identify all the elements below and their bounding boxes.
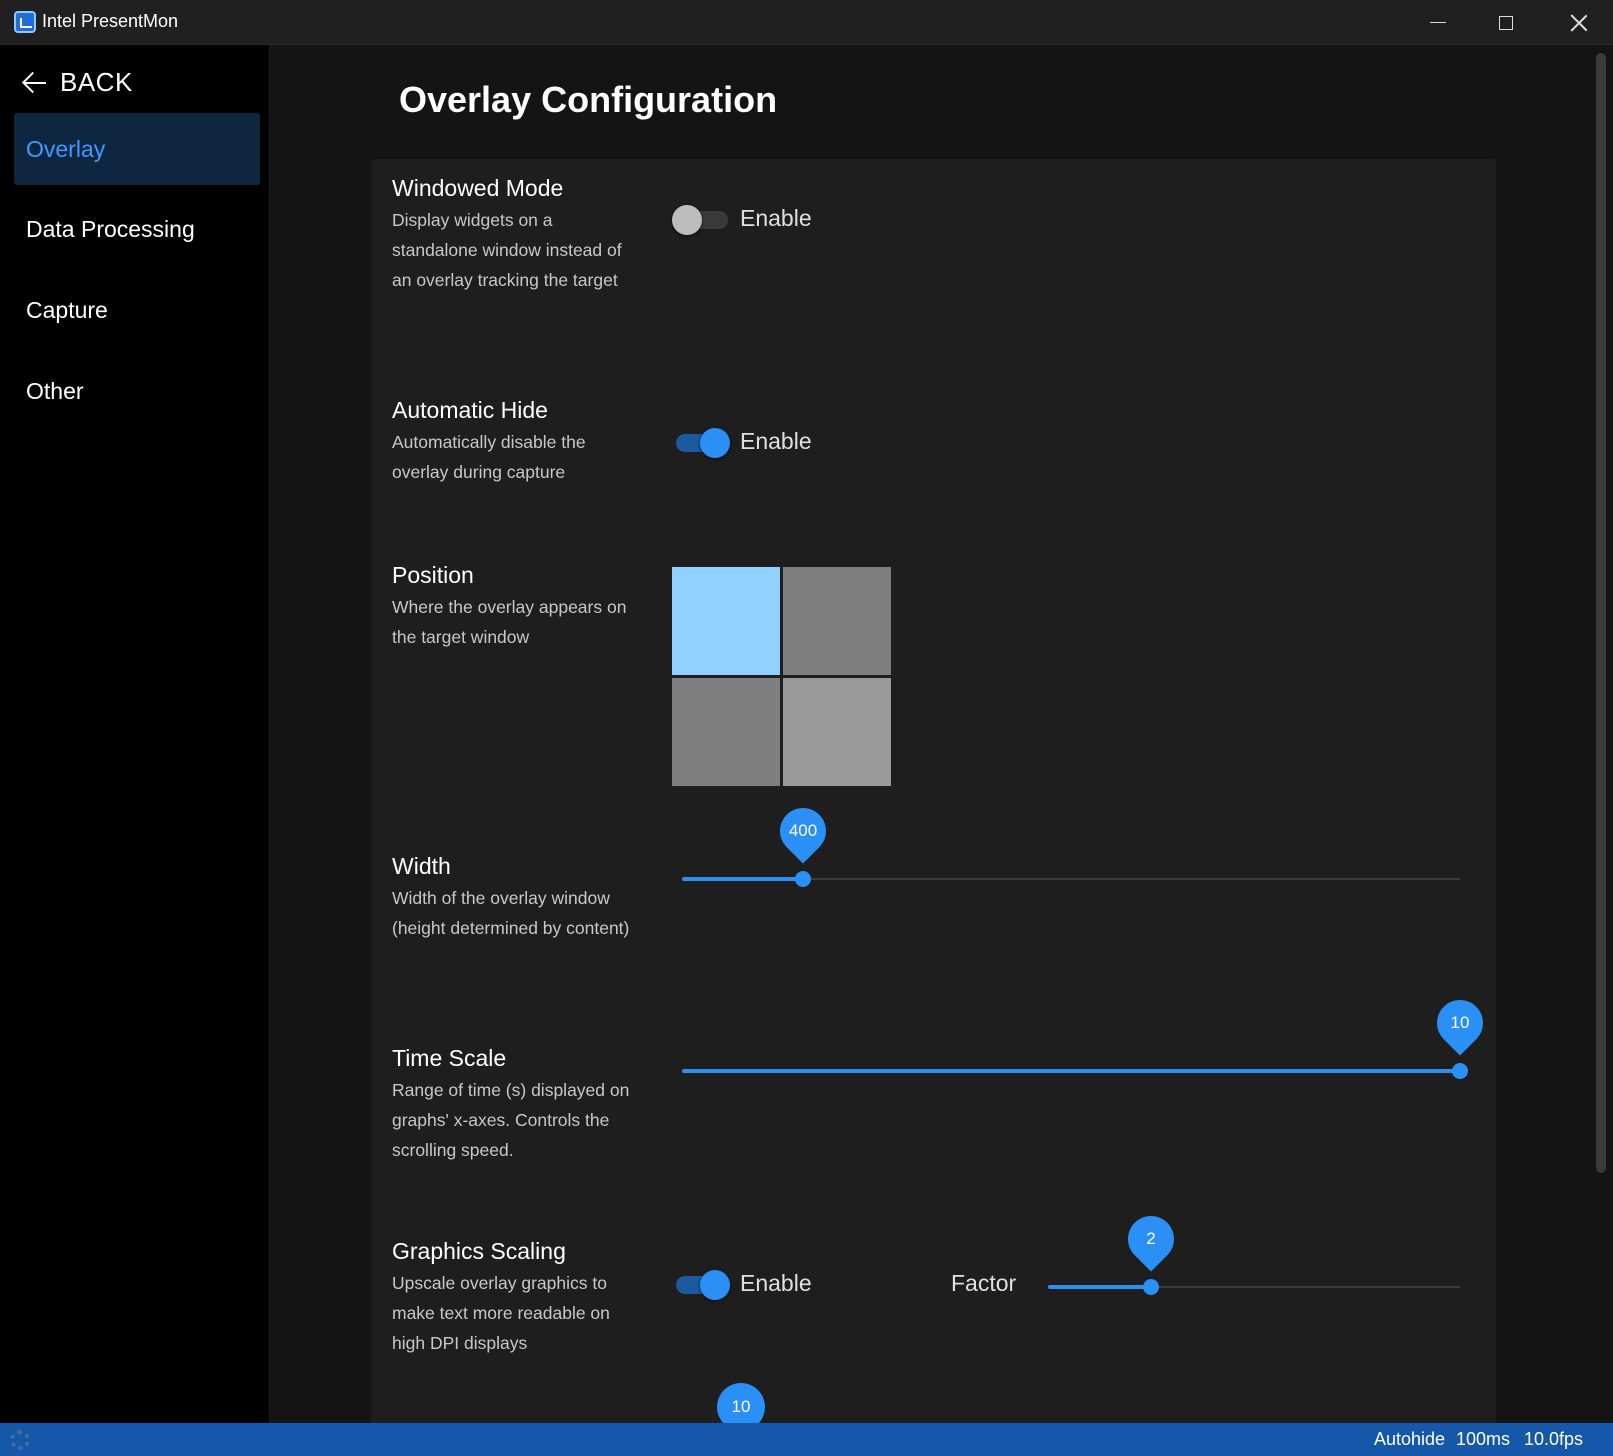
automatic-hide-toggle[interactable] bbox=[672, 424, 730, 460]
scrollbar-thumb[interactable] bbox=[1596, 53, 1606, 1173]
position-top-left[interactable] bbox=[672, 567, 780, 675]
main-content: Overlay Configuration Windowed Mode Disp… bbox=[271, 45, 1591, 1423]
automatic-hide-title: Automatic Hide bbox=[392, 397, 548, 423]
scrollbar[interactable] bbox=[1591, 45, 1613, 1423]
next-slider-value-bubble: 10 bbox=[717, 1383, 765, 1423]
factor-slider[interactable] bbox=[1048, 1275, 1460, 1299]
status-fps: 10.0fps bbox=[1524, 1429, 1584, 1449]
position-bottom-left[interactable] bbox=[672, 678, 780, 786]
status-autohide: Autohide bbox=[1374, 1429, 1446, 1449]
position-description: Where the overlay appears on the target … bbox=[392, 597, 627, 647]
width-slider-fill bbox=[682, 877, 803, 881]
time-scale-title: Time Scale bbox=[392, 1045, 507, 1071]
status-interval: 100ms bbox=[1456, 1429, 1511, 1449]
gear-icon[interactable] bbox=[10, 1430, 30, 1450]
factor-slider-thumb[interactable] bbox=[1143, 1279, 1159, 1295]
sidebar-item-other[interactable]: Other bbox=[14, 355, 260, 427]
window-title: Intel PresentMon bbox=[42, 11, 179, 31]
time-scale-value: 10 bbox=[1450, 1013, 1470, 1032]
maximize-button[interactable] bbox=[1472, 0, 1540, 45]
windowed-mode-toggle-label: Enable bbox=[740, 205, 812, 231]
sidebar-item-overlay[interactable]: Overlay bbox=[14, 113, 260, 185]
back-label: BACK bbox=[60, 67, 133, 97]
close-icon bbox=[1570, 14, 1588, 32]
time-scale-slider-thumb[interactable] bbox=[1452, 1063, 1468, 1079]
graphics-scaling-toggle[interactable] bbox=[672, 1266, 730, 1302]
app-icon bbox=[14, 11, 36, 33]
factor-slider-fill bbox=[1048, 1285, 1151, 1289]
minimize-button[interactable] bbox=[1404, 0, 1472, 45]
status-bar: Autohide 100ms 10.0fps bbox=[0, 1423, 1613, 1456]
factor-value-bubble: 2 bbox=[1118, 1206, 1184, 1272]
width-slider-thumb[interactable] bbox=[794, 871, 811, 887]
graphics-scaling-toggle-label: Enable bbox=[740, 1270, 812, 1296]
automatic-hide-toggle-label: Enable bbox=[740, 428, 812, 454]
factor-label: Factor bbox=[951, 1270, 1017, 1296]
arrow-left-icon bbox=[22, 70, 48, 96]
time-scale-slider-fill bbox=[682, 1069, 1460, 1073]
sidebar: BACK Overlay Data Processing Capture Oth… bbox=[0, 45, 270, 1423]
time-scale-description: Range of time (s) displayed on graphs' x… bbox=[392, 1080, 630, 1160]
position-top-right[interactable] bbox=[783, 567, 891, 675]
title-bar: Intel PresentMon bbox=[0, 0, 1613, 45]
settings-panel bbox=[371, 159, 1496, 1423]
time-scale-value-bubble: 10 bbox=[1427, 990, 1493, 1056]
width-value-bubble: 400 bbox=[770, 798, 836, 864]
position-title: Position bbox=[392, 562, 474, 588]
width-value: 400 bbox=[788, 821, 817, 840]
automatic-hide-description: Automatically disable the overlay during… bbox=[392, 432, 586, 482]
windowed-mode-description: Display widgets on a standalone window i… bbox=[392, 210, 622, 290]
width-description: Width of the overlay window (height dete… bbox=[392, 888, 630, 938]
maximize-icon bbox=[1499, 15, 1513, 30]
width-slider[interactable] bbox=[682, 867, 1460, 891]
width-title: Width bbox=[392, 853, 451, 879]
minimize-icon bbox=[1430, 22, 1446, 23]
graphics-scaling-title: Graphics Scaling bbox=[392, 1238, 566, 1264]
page-title: Overlay Configuration bbox=[399, 79, 778, 120]
close-button[interactable] bbox=[1545, 0, 1613, 45]
sidebar-item-data-processing[interactable]: Data Processing bbox=[14, 193, 260, 265]
windowed-mode-title: Windowed Mode bbox=[392, 175, 564, 201]
sidebar-item-capture[interactable]: Capture bbox=[14, 274, 260, 346]
back-button[interactable]: BACK bbox=[22, 67, 133, 98]
position-bottom-right[interactable] bbox=[783, 678, 891, 786]
windowed-mode-toggle[interactable] bbox=[672, 201, 730, 237]
factor-value: 2 bbox=[1146, 1229, 1156, 1248]
graphics-scaling-description: Upscale overlay graphics to make text mo… bbox=[392, 1273, 610, 1353]
time-scale-slider[interactable] bbox=[682, 1059, 1468, 1083]
